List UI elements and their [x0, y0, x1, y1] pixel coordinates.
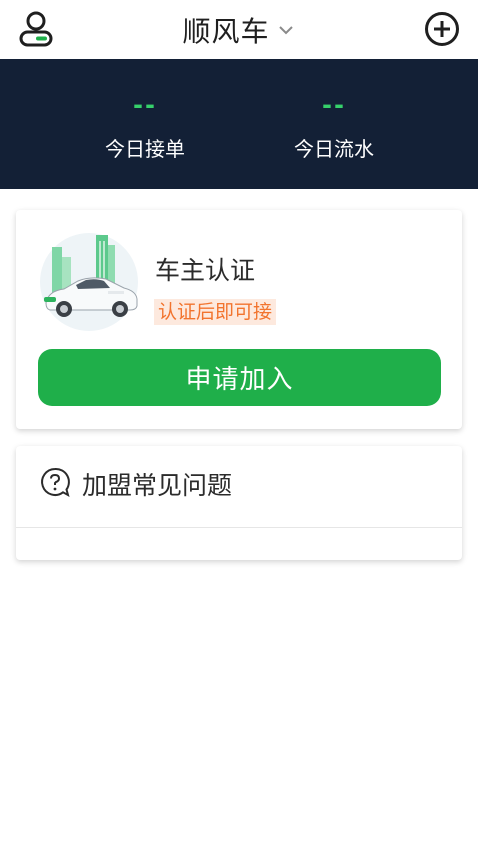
today-flow-label: 今日流水 [294, 137, 374, 161]
top-navigation-bar: 顺风车 [0, 0, 478, 59]
add-button[interactable] [423, 10, 461, 48]
faq-title: 加盟常见问题 [82, 471, 233, 500]
plus-circle-icon [425, 12, 459, 46]
chevron-down-icon [278, 25, 293, 34]
stats-banner: -- 今日接单 -- 今日流水 [0, 59, 478, 189]
today-flow-value: -- [322, 91, 346, 119]
today-orders-label: 今日接单 [105, 137, 185, 161]
auth-title: 车主认证 [155, 256, 256, 285]
driver-auth-card: 车主认证 认证后即可接 申请加入 [16, 210, 462, 429]
question-bubble-icon [41, 467, 70, 497]
apply-join-button[interactable]: 申请加入 [38, 349, 441, 406]
title-selector[interactable]: 顺风车 [0, 0, 478, 59]
car-illustration [40, 233, 138, 331]
faq-card: 加盟常见问题 [16, 446, 462, 560]
faq-row[interactable]: 加盟常见问题 [16, 446, 462, 528]
today-flow-stat[interactable]: -- 今日流水 [244, 59, 424, 162]
page-title: 顺风车 [182, 14, 270, 48]
today-orders-stat[interactable]: -- 今日接单 [55, 59, 235, 162]
today-orders-value: -- [133, 91, 157, 119]
auth-hint-tag: 认证后即可接 [154, 299, 277, 325]
